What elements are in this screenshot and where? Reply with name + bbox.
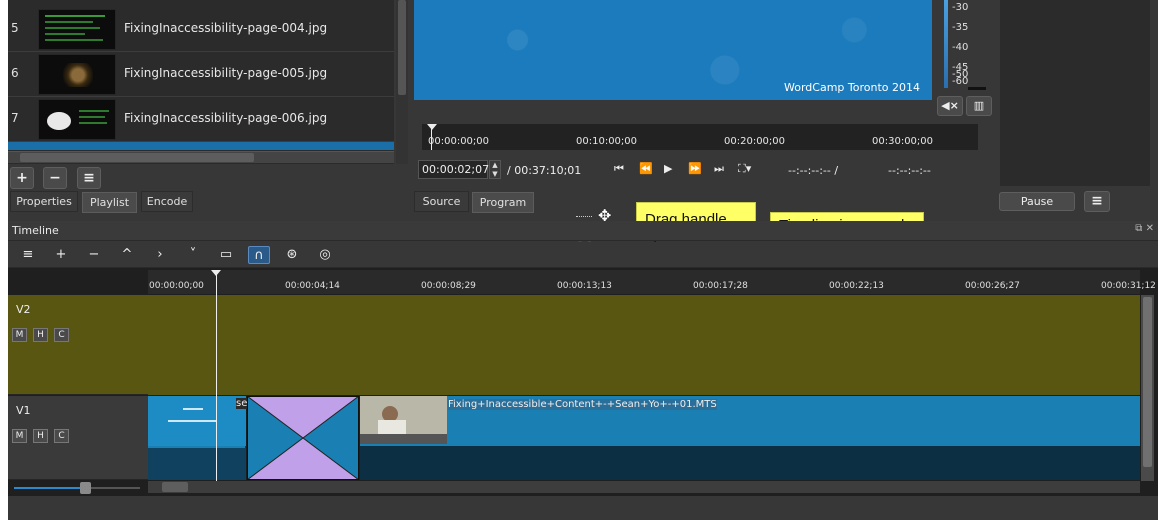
mute-toggle[interactable]: M xyxy=(12,429,27,443)
clip-audio-waveform xyxy=(360,446,1140,480)
ripple-icon[interactable]: ⊛ xyxy=(281,246,303,264)
ruler-label: 00:00:04;14 xyxy=(285,281,340,291)
zoom-slider-track[interactable] xyxy=(14,482,140,494)
slide-clip[interactable] xyxy=(148,396,246,480)
hide-toggle[interactable]: H xyxy=(33,429,48,443)
v2-track-header: V2 M H C xyxy=(8,295,148,395)
ruler-label: 00:00:22;13 xyxy=(829,281,884,291)
remove-icon[interactable]: − xyxy=(83,246,105,264)
zoom-slider-handle[interactable] xyxy=(80,482,91,494)
clip-thumbnail xyxy=(360,396,447,444)
clip-thumbnail xyxy=(148,396,246,446)
zoom-slider-fill xyxy=(14,487,84,489)
v1-track-header: V1 M H C xyxy=(8,396,148,480)
transition-clip[interactable] xyxy=(247,396,359,480)
append-icon[interactable]: + xyxy=(50,246,72,264)
ruler-label: 00:00:26;27 xyxy=(965,281,1020,291)
scrub-icon[interactable]: ▭ xyxy=(215,246,237,264)
dock-float-close-icon[interactable]: ⧉ ✕ xyxy=(1135,223,1154,234)
timeline-vertical-scrollbar[interactable] xyxy=(1141,295,1154,481)
composite-toggle[interactable]: C xyxy=(54,429,69,443)
ruler-label: 00:00:17;28 xyxy=(693,281,748,291)
timeline-playhead[interactable] xyxy=(216,270,217,482)
timeline-horizontal-scrollbar[interactable] xyxy=(148,481,1140,493)
ruler-label: 00:00:13;13 xyxy=(557,281,612,291)
transition-x-icon xyxy=(247,396,359,480)
scrollbar-thumb[interactable] xyxy=(1143,297,1152,467)
v2-track-lane[interactable] xyxy=(8,295,1140,395)
mute-toggle[interactable]: M xyxy=(12,328,27,342)
ruler-label: 00:00:08;29 xyxy=(421,281,476,291)
timeline-menu-icon[interactable]: ≡ xyxy=(17,246,39,264)
clip-label-prefix: se xyxy=(236,398,248,409)
ripple-all-icon[interactable]: ◎ xyxy=(314,246,336,264)
composite-toggle[interactable]: C xyxy=(54,328,69,342)
timeline-toolbar: ≡ + − ^ › ˅ ▭ ∩ ⊛ ◎ xyxy=(8,242,1158,268)
clip-name: Fixing+Inaccessible+Content+-+Sean+Yo+-+… xyxy=(448,399,717,410)
scrollbar-thumb[interactable] xyxy=(162,482,188,492)
overwrite-icon[interactable]: › xyxy=(149,246,171,264)
split-icon[interactable]: ˅ xyxy=(182,246,204,264)
timeline-header: Timeline ⧉ ✕ xyxy=(8,221,1158,241)
track-name: V2 xyxy=(16,303,31,316)
timeline-title: Timeline xyxy=(12,224,59,237)
snap-magnet-icon[interactable]: ∩ xyxy=(248,246,270,264)
hide-toggle[interactable]: H xyxy=(33,328,48,342)
track-name: V1 xyxy=(16,404,31,417)
v1-track-lane[interactable]: se Fixing+Inaccessible+Content+-+Sean+Yo… xyxy=(148,396,1140,480)
timeline-ruler[interactable]: 00:00:00;00 00:00:04;14 00:00:08;29 00:0… xyxy=(148,270,1156,294)
lift-icon[interactable]: ^ xyxy=(116,246,138,264)
ruler-label: 00:00:31;12 xyxy=(1101,281,1156,291)
video-clip[interactable]: Fixing+Inaccessible+Content+-+Sean+Yo+-+… xyxy=(360,396,1140,480)
ruler-label: 00:00:00;00 xyxy=(149,281,204,291)
